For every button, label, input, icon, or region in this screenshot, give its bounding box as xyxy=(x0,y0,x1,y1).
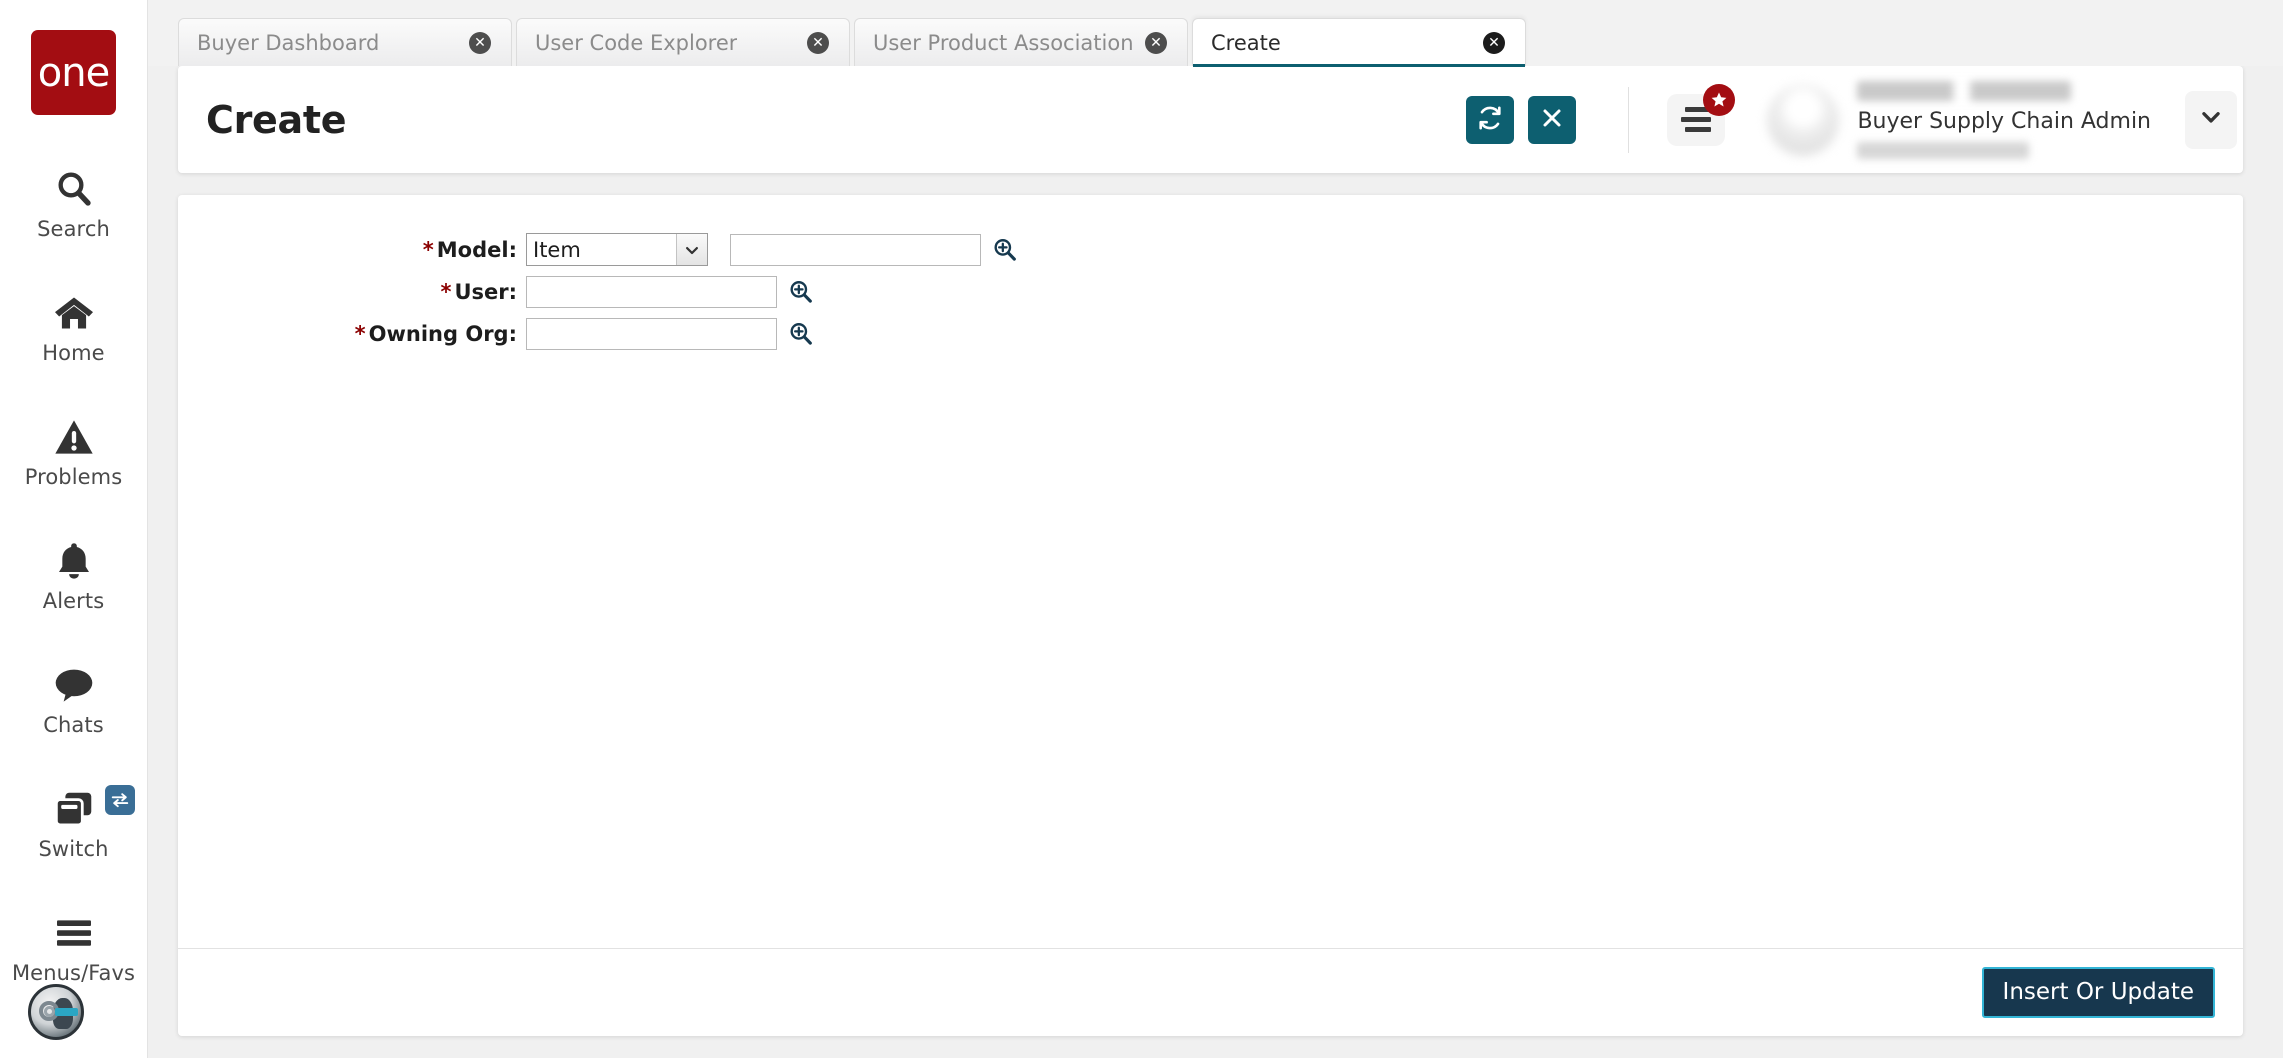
sidebar-item-problems[interactable]: Problems xyxy=(0,401,147,503)
label-colon: : xyxy=(508,237,517,262)
owning-org-field-label: * Owning Org: xyxy=(178,322,526,346)
page-title: Create xyxy=(206,97,347,142)
create-form: * Model: Item * User: * Owning Org: xyxy=(178,195,2243,948)
sidebar-item-menus-favs[interactable]: Menus/Favs xyxy=(0,897,147,999)
favorites-menu-button[interactable] xyxy=(1667,83,1736,146)
tab-strip: Buyer Dashboard ✕ User Code Explorer ✕ U… xyxy=(148,0,2283,67)
bell-icon xyxy=(55,539,93,583)
robot-ring-inner xyxy=(43,1005,55,1017)
switch-windows-icon xyxy=(53,785,135,831)
refresh-icon xyxy=(1477,105,1503,134)
tab-label: Buyer Dashboard xyxy=(197,30,380,55)
chevron-down-icon xyxy=(2198,104,2224,135)
hamburger-icon xyxy=(53,911,95,955)
user-menu-toggle[interactable] xyxy=(2185,90,2237,149)
sidebar-item-label: Chats xyxy=(43,713,104,737)
tab-label: User Code Explorer xyxy=(535,30,738,55)
page-header-card: Create Buyer Supply Chain Admin xyxy=(178,66,2243,173)
avatar[interactable] xyxy=(1767,83,1840,156)
main-region: Buyer Dashboard ✕ User Code Explorer ✕ U… xyxy=(148,0,2283,1058)
magnifier-plus-icon[interactable] xyxy=(787,278,815,306)
user-name-redacted xyxy=(1857,80,2072,101)
tab-create[interactable]: Create ✕ xyxy=(1192,18,1526,67)
sidebar-item-chats[interactable]: Chats xyxy=(0,649,147,751)
user-info-block[interactable]: Buyer Supply Chain Admin xyxy=(1857,80,2151,159)
model-select[interactable]: Item xyxy=(526,233,708,266)
magnifier-plus-icon[interactable] xyxy=(787,320,815,348)
robot-assistant-avatar[interactable] xyxy=(28,984,84,1040)
exchange-arrows-icon[interactable] xyxy=(104,785,135,815)
form-row-user: * User: xyxy=(178,276,2243,308)
form-card: * Model: Item * User: * Owning Org: Inse… xyxy=(178,195,2243,1036)
rail-items-list: Search Home Problems Alerts Chats Switch… xyxy=(0,153,147,1021)
required-marker: * xyxy=(422,237,434,262)
search-icon xyxy=(54,167,94,211)
sidebar-item-alerts[interactable]: Alerts xyxy=(0,525,147,627)
form-row-model: * Model: Item xyxy=(178,233,2243,266)
label-colon: : xyxy=(508,280,517,304)
sidebar-item-label: Switch xyxy=(38,837,109,861)
model-label-text: Model xyxy=(436,237,509,262)
model-value-input[interactable] xyxy=(730,233,981,266)
application-window: one Search Home Problems Alerts Chats Sw… xyxy=(0,0,2283,1058)
owning-org-input[interactable] xyxy=(526,318,777,350)
brand-logo-text: one xyxy=(37,49,110,96)
form-row-owning-org: * Owning Org: xyxy=(178,318,2243,350)
owning-org-label-text: Owning Org xyxy=(368,322,509,346)
required-marker: * xyxy=(440,280,452,304)
page-body: Create Buyer Supply Chain Admin * Model:… xyxy=(148,66,2283,1058)
brand-logo[interactable]: one xyxy=(31,30,116,115)
warning-triangle-icon xyxy=(54,415,94,459)
chat-bubble-icon xyxy=(53,663,95,707)
sidebar-item-label: Problems xyxy=(24,465,123,489)
sidebar-item-label: Alerts xyxy=(42,589,105,613)
refresh-button[interactable] xyxy=(1466,95,1515,144)
sidebar-item-search[interactable]: Search xyxy=(0,153,147,255)
tab-user-code-explorer[interactable]: User Code Explorer ✕ xyxy=(516,18,850,66)
tab-label: User Product Association xyxy=(873,30,1134,55)
user-org-redacted xyxy=(1857,141,2030,159)
sidebar-item-label: Home xyxy=(42,341,105,365)
user-role-label: Buyer Supply Chain Admin xyxy=(1857,108,2151,134)
tab-buyer-dashboard[interactable]: Buyer Dashboard ✕ xyxy=(178,18,512,66)
user-input[interactable] xyxy=(526,276,777,308)
sidebar-item-home[interactable]: Home xyxy=(0,277,147,379)
insert-or-update-button[interactable]: Insert Or Update xyxy=(1981,967,2215,1018)
close-circle-icon[interactable]: ✕ xyxy=(1145,31,1167,54)
model-field-label: * Model: xyxy=(178,238,526,262)
robot-visor xyxy=(55,1008,78,1016)
sidebar-item-label: Search xyxy=(37,217,110,241)
close-circle-icon[interactable]: ✕ xyxy=(469,31,491,54)
close-x-icon xyxy=(1540,106,1564,133)
close-panel-button[interactable] xyxy=(1528,95,1577,144)
tab-user-product-association[interactable]: User Product Association ✕ xyxy=(854,18,1188,66)
model-select-wrapper: Item xyxy=(526,233,708,266)
required-marker: * xyxy=(354,322,366,346)
sidebar-item-label: Menus/Favs xyxy=(11,961,136,985)
close-circle-icon[interactable]: ✕ xyxy=(807,31,829,54)
sidebar-item-switch[interactable]: Switch xyxy=(0,773,147,875)
tab-label: Create xyxy=(1211,30,1281,55)
left-navigation-rail: one Search Home Problems Alerts Chats Sw… xyxy=(0,0,148,1058)
star-icon xyxy=(1703,83,1736,116)
label-colon: : xyxy=(508,322,517,346)
magnifier-plus-icon[interactable] xyxy=(991,236,1019,264)
user-label-text: User xyxy=(454,280,509,304)
form-footer: Insert Or Update xyxy=(178,948,2243,1036)
user-field-label: * User: xyxy=(178,280,526,304)
close-circle-icon[interactable]: ✕ xyxy=(1483,31,1505,54)
home-icon xyxy=(53,291,95,335)
header-divider xyxy=(1628,86,1630,153)
